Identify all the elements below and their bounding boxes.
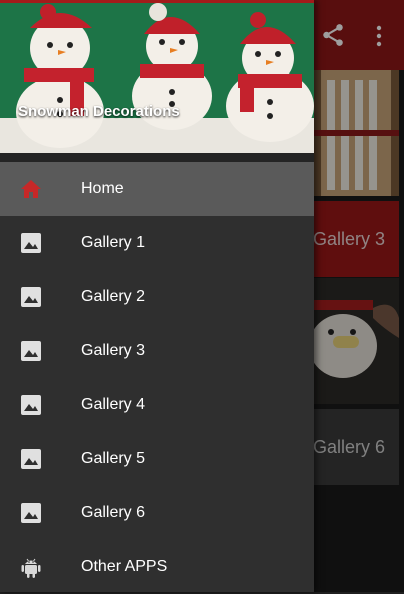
image-icon	[21, 395, 41, 415]
menu-item-gallery-4[interactable]: Gallery 4	[0, 378, 314, 432]
home-icon	[21, 180, 41, 198]
menu-item-label: Gallery 3	[81, 342, 146, 359]
menu-item-gallery-1[interactable]: Gallery 1	[0, 216, 314, 270]
header-image	[0, 0, 314, 153]
drawer-header-title: Snowman Decorations	[18, 103, 180, 120]
menu-item-label: Gallery 2	[81, 288, 146, 305]
drawer-header: Snowman Decorations	[0, 0, 314, 153]
image-icon	[21, 287, 41, 307]
menu-item-label: Gallery 6	[81, 504, 146, 521]
menu-item-label: Home	[81, 180, 124, 197]
menu-item-gallery-3[interactable]: Gallery 3	[0, 324, 314, 378]
menu-item-gallery-5[interactable]: Gallery 5	[0, 432, 314, 486]
image-icon	[21, 449, 41, 469]
menu-item-gallery-6[interactable]: Gallery 6	[0, 486, 314, 540]
menu-item-label: Gallery 4	[81, 396, 146, 413]
menu-item-home[interactable]: Home	[0, 162, 314, 216]
menu-item-other-apps[interactable]: Other APPS	[0, 540, 314, 594]
menu-item-label: Other APPS	[81, 558, 168, 575]
header-divider	[0, 153, 314, 162]
image-icon	[21, 341, 41, 361]
image-icon	[21, 503, 41, 523]
drawer-scrim[interactable]	[314, 0, 404, 592]
navigation-drawer: Snowman Decorations Home Gallery 1 Galle…	[0, 0, 314, 592]
android-icon	[21, 558, 41, 578]
drawer-menu: Home Gallery 1 Gallery 2 Gallery 3 Galle…	[0, 162, 314, 594]
menu-item-label: Gallery 5	[81, 450, 146, 467]
menu-item-label: Gallery 1	[81, 234, 146, 251]
menu-item-gallery-2[interactable]: Gallery 2	[0, 270, 314, 324]
image-icon	[21, 233, 41, 253]
